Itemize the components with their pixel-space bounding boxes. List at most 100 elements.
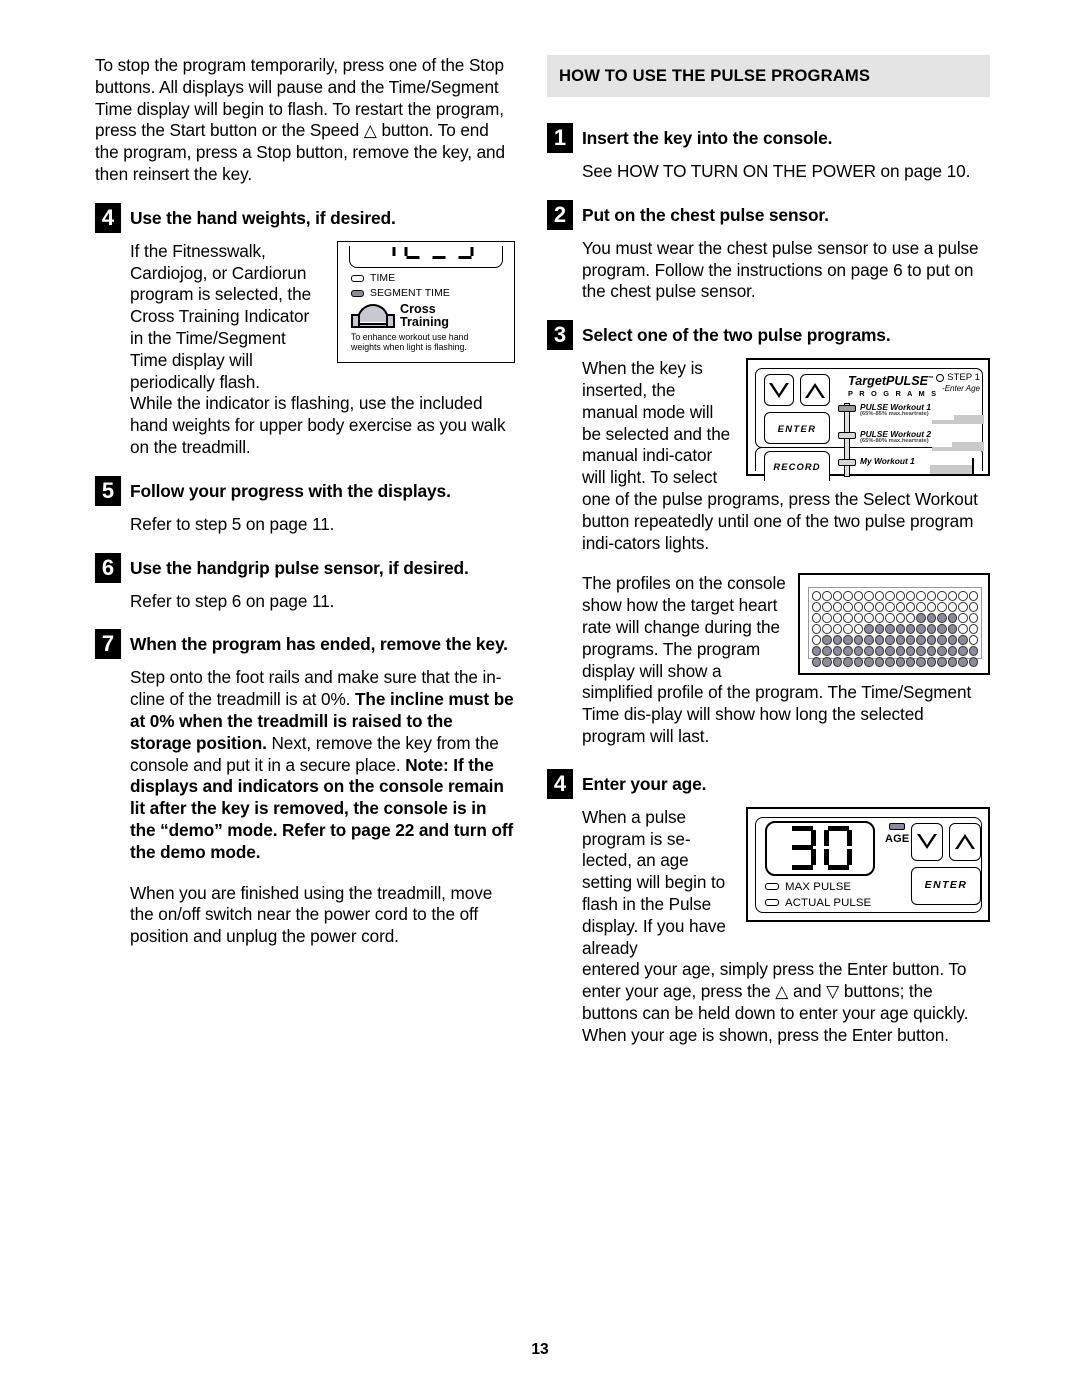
segment-time-lamp-icon [351,289,364,297]
record-button[interactable]: RECORD [764,451,830,482]
pulse-step-2-body: You must wear the chest pulse sensor to … [582,237,979,302]
dot-on-icon [926,635,937,646]
dot-off-icon [822,591,832,602]
dot-on-icon [926,657,937,668]
workout-lamp-1-icon [838,405,856,413]
pulse-age-lcd [765,820,875,876]
dot-on-icon [874,624,885,635]
age-digit-1 [788,826,816,871]
dot-off-icon [822,624,832,635]
dot-off-icon [812,613,822,624]
workout-lamp-3-icon [838,459,856,467]
dot-on-icon [905,657,916,668]
cross-training-figure: TIME SEGMENT TIME Cross Training To enha… [337,240,515,363]
enter-button[interactable]: ENTER [764,412,830,445]
dot-on-icon [885,624,895,635]
step-number-badge: 7 [95,629,121,660]
dot-on-icon [937,635,947,646]
step-7-heading: 7 When the program has ended, remove the… [95,629,515,660]
page-number: 13 [531,1341,549,1358]
dot-on-icon [895,646,905,657]
decrease-button[interactable] [764,374,794,407]
dot-off-icon [843,591,853,602]
increase-button[interactable] [800,374,830,407]
dot-matrix-screen [808,587,982,668]
workout-row-2: PULSE Workout 2 (65%-80% max.heartrate) [860,429,931,444]
dot-on-icon [812,657,822,668]
dot-on-icon [822,635,832,646]
step-title: Enter your age. [582,773,707,794]
pulse-step-2-heading: 2 Put on the chest pulse sensor. [547,199,990,230]
two-column-layout: To stop the program temporarily, press o… [95,55,992,1066]
max-pulse-label: MAX PULSE [785,880,852,893]
workout-range: (65%-80% max.heartrate) [860,438,929,445]
dot-on-icon [822,646,832,657]
step-7-closing: When you are finished using the treadmil… [130,882,493,947]
age-decrease-button[interactable] [911,822,943,861]
dot-on-icon [843,635,853,646]
programs-word: P R O G R A M S [848,389,939,399]
segment-time-lcd [349,245,503,268]
age-increase-button[interactable] [949,822,981,861]
dot-off-icon [885,602,895,613]
pulse-step-1-heading: 1 Insert the key into the console. [547,123,990,153]
left-column: To stop the program temporarily, press o… [95,55,515,967]
step-4-body-part2: While the indicator is flashing, use the… [130,393,506,457]
seven-segment-digits [379,246,474,259]
targetpulse-brand: TargetPULSE™ [848,374,935,389]
step-number-badge: 6 [95,552,121,583]
actual-pulse-lamp-icon [765,899,779,907]
actual-pulse-row: ACTUAL PULSE [765,897,871,909]
max-pulse-lamp-icon [765,883,779,891]
dot-off-icon [905,613,916,624]
dot-on-icon [832,635,843,646]
max-pulse-row: MAX PULSE [765,881,851,893]
step-title: Use the hand weights, if desired. [130,207,396,228]
dot-on-icon [916,624,926,635]
dot-on-icon [916,657,926,668]
dot-matrix-grid [812,591,978,668]
step-lamp-icon [936,374,945,383]
workout-row-3: My Workout 1 [860,456,915,466]
age-digit-2 [824,826,852,871]
dot-on-icon [926,613,937,624]
dot-on-icon [812,646,822,657]
dot-matrix-row [812,602,978,613]
step-4-body: TIME SEGMENT TIME Cross Training To enha… [130,240,515,478]
workout-profile-3 [930,456,986,475]
step-5-heading: 5 Follow your progress with the displays… [95,475,515,506]
dot-on-icon [832,657,843,668]
digit-glyph [457,246,474,259]
dot-off-icon [895,602,905,613]
triangle-up-icon [805,382,825,398]
workout-row-1: PULSE Workout 1 (65%-85% max.heartrate) [860,402,931,417]
step-title: Select one of the two pulse programs. [582,325,891,346]
step-number-badge: 3 [547,320,573,351]
dot-off-icon [958,624,968,635]
dot-off-icon [822,613,832,624]
digit-glyph [379,246,396,259]
dot-off-icon [885,613,895,624]
dot-off-icon [937,602,947,613]
dot-off-icon [916,591,926,602]
dot-on-icon [947,646,958,657]
dot-on-icon [958,646,968,657]
dot-on-icon [853,646,864,657]
dot-off-icon [832,602,843,613]
dot-off-icon [895,591,905,602]
step-title: Insert the key into the console. [582,128,833,148]
section-header: HOW TO USE THE PULSE PROGRAMS [547,55,990,97]
age-enter-button[interactable]: ENTER [911,866,981,905]
workout-profile-2 [932,433,984,452]
segment-time-label: SEGMENT TIME [370,287,450,299]
dot-on-icon [853,657,864,668]
step-5-body: Refer to step 5 on page 11. [130,513,335,534]
workout-lamp-2-icon [838,432,856,440]
dot-on-icon [958,657,968,668]
dot-off-icon [843,624,853,635]
dot-off-icon [812,602,822,613]
dot-on-icon [874,635,885,646]
dot-off-icon [916,602,926,613]
dot-matrix-row [812,646,978,657]
dot-on-icon [958,635,968,646]
